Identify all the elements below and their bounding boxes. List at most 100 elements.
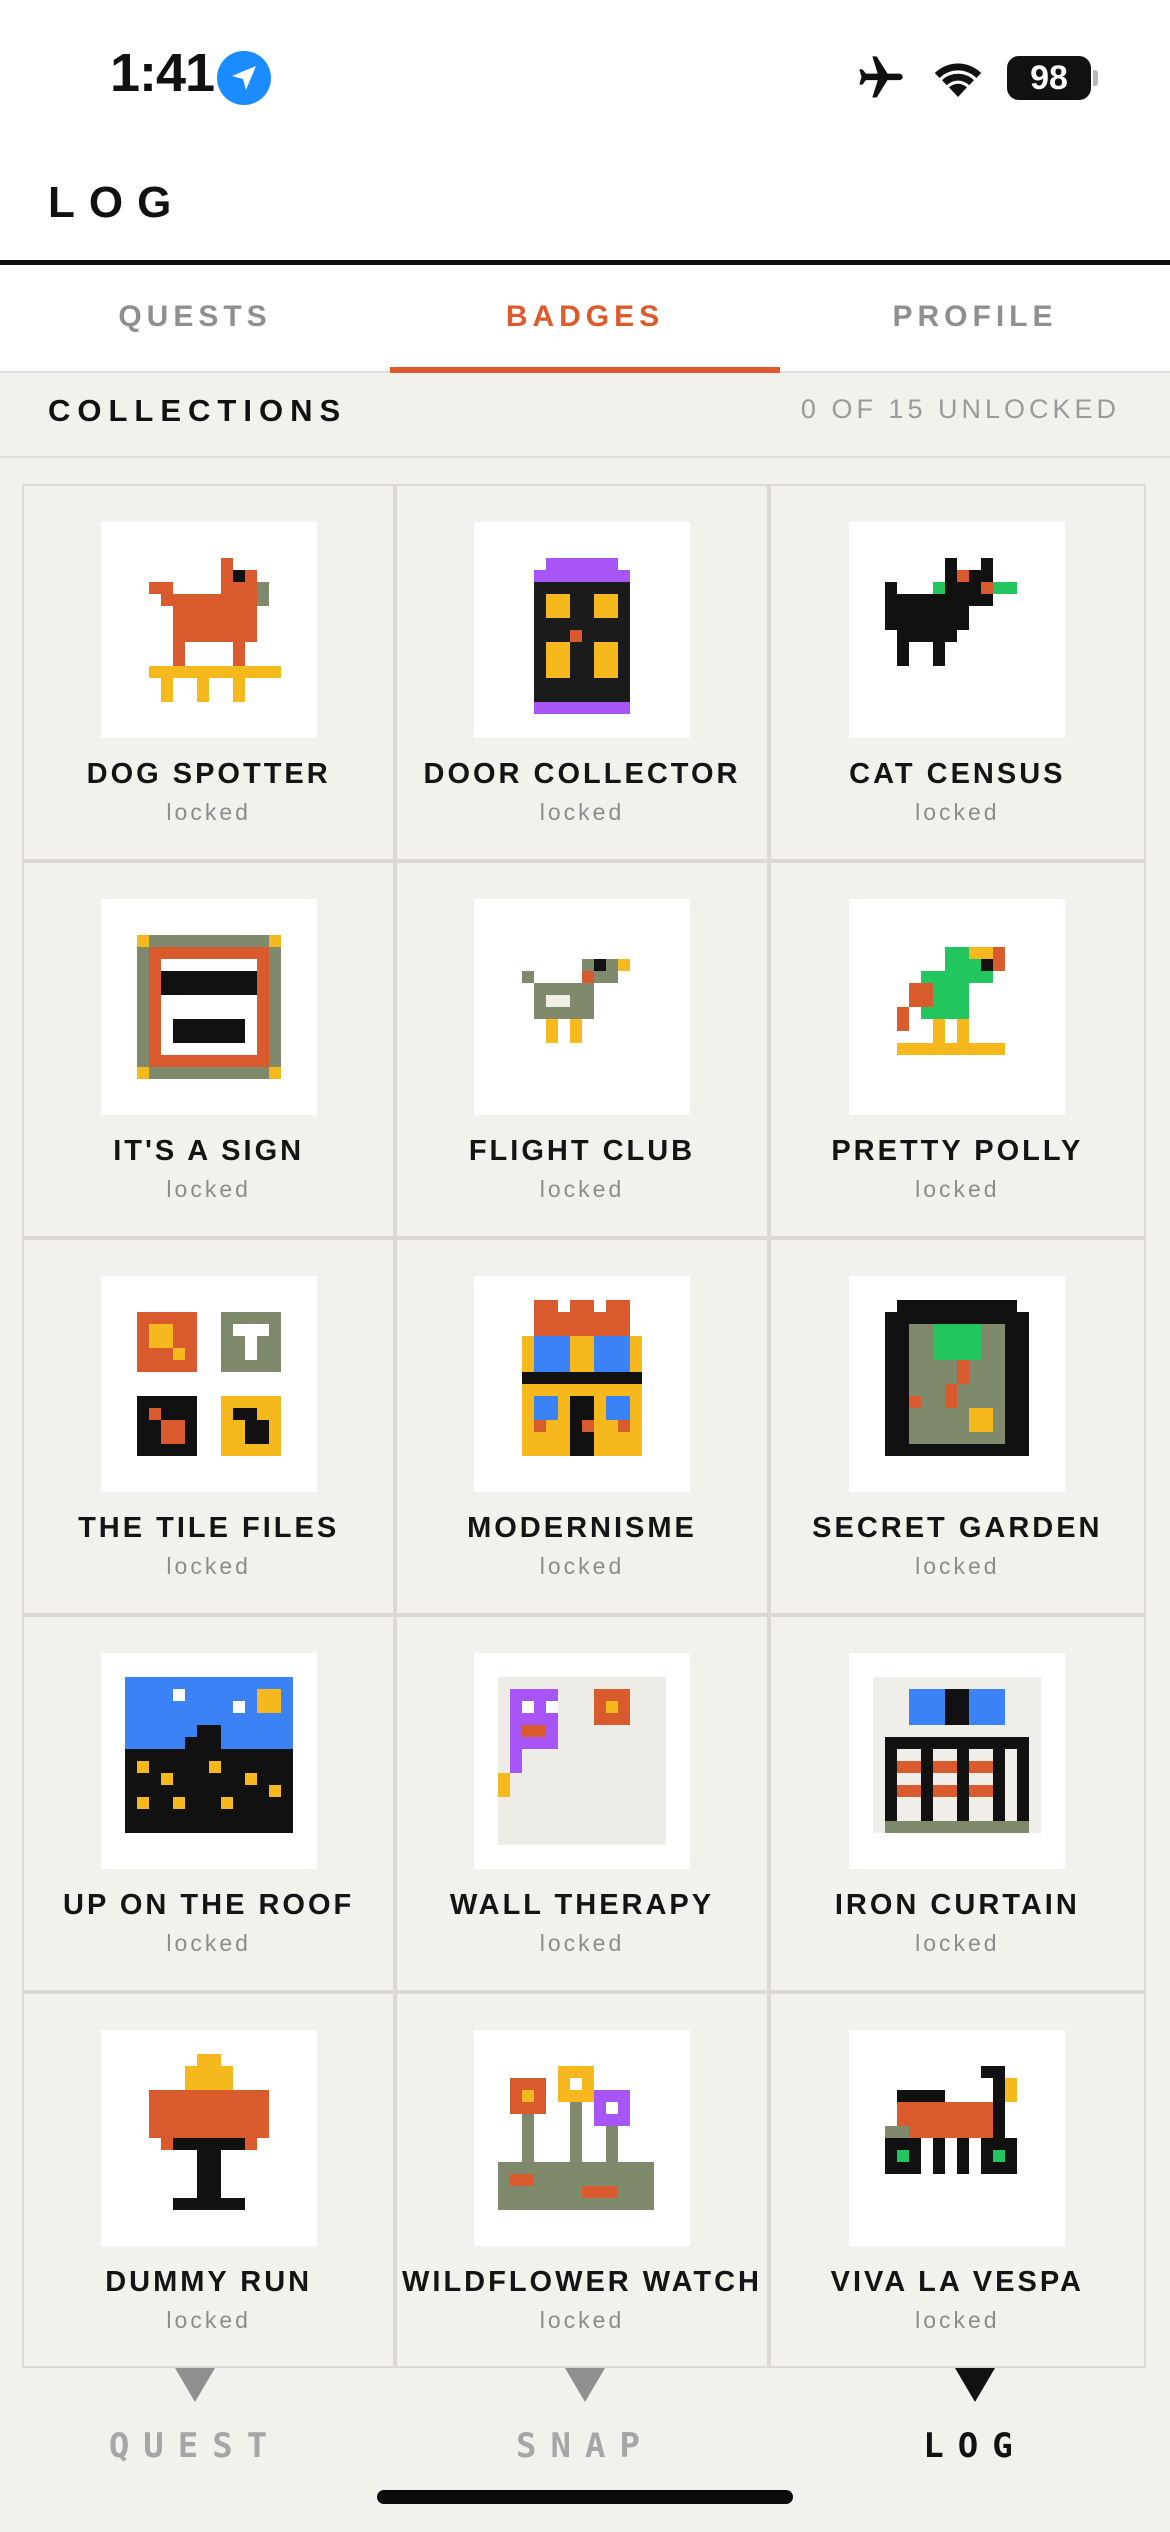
nav-quest-label: QUEST [108, 2426, 282, 2466]
battery-nub [1093, 70, 1098, 86]
badge-card[interactable]: IT'S A SIGN locked [24, 863, 398, 1240]
badge-name: UP ON THE ROOF [63, 1889, 355, 1921]
unlocked-count: 0 OF 15 UNLOCKED [800, 394, 1120, 424]
badge-status: locked [915, 1176, 1000, 1202]
badge-name: CAT CENSUS [849, 758, 1066, 790]
badge-status: locked [539, 1930, 625, 1956]
mannequin-icon [148, 2054, 269, 2210]
iron-balcony-icon [873, 1677, 1042, 1833]
badge-status: locked [539, 799, 625, 825]
badge-name: IRON CURTAIN [834, 1889, 1080, 1921]
tab-badges[interactable]: BADGES [390, 265, 780, 373]
badge-name: IT'S A SIGN [113, 1135, 305, 1167]
badge-tile [849, 522, 1066, 738]
cat-icon [885, 558, 1018, 666]
status-bar: 1:41 98 [0, 0, 1170, 150]
badge-card[interactable]: PRETTY POLLY locked [770, 863, 1144, 1240]
nav-snap[interactable]: SNAP [390, 2368, 780, 2532]
badge-name: FLIGHT CLUB [468, 1135, 696, 1167]
parrot-icon [897, 947, 1006, 1055]
bird-icon [521, 959, 630, 1043]
badge-tile [100, 899, 317, 1115]
badge-tile [849, 2030, 1066, 2246]
tab-quests[interactable]: QUESTS [0, 265, 390, 371]
badge-status: locked [915, 1553, 1000, 1579]
garden-icon [885, 1300, 1030, 1456]
bottom-nav: QUEST SNAP LOG [0, 2368, 1170, 2532]
sign-icon [136, 935, 281, 1079]
badge-card[interactable]: VIVA LA VESPA locked [771, 1994, 1144, 2366]
collections-title: COLLECTIONS [48, 393, 348, 428]
badge-card[interactable]: DUMMY RUN locked [24, 1994, 398, 2366]
home-indicator[interactable] [377, 2490, 793, 2504]
badge-tile [100, 1653, 317, 1869]
triangle-down-icon [175, 2368, 215, 2402]
badge-card[interactable]: DOOR COLLECTOR locked [397, 486, 771, 863]
airplane-mode-icon [859, 56, 903, 98]
badge-tile [473, 2030, 690, 2246]
badge-name: PRETTY POLLY [831, 1135, 1084, 1167]
nav-log[interactable]: LOG [780, 2368, 1170, 2532]
badge-card[interactable]: WILDFLOWER WATCH locked [397, 1994, 771, 2366]
triangle-down-icon [955, 2368, 995, 2402]
badge-card[interactable]: CAT CENSUS locked [770, 486, 1144, 863]
status-time: 1:41 [110, 43, 215, 103]
modernist-building-icon [521, 1300, 642, 1456]
badge-name: WILDFLOWER WATCH [402, 2266, 762, 2298]
badge-card[interactable]: THE TILE FILES locked [24, 1240, 398, 1617]
badge-tile [849, 1276, 1066, 1492]
badge-tile [849, 1653, 1066, 1869]
badge-card[interactable]: MODERNISME locked [397, 1240, 771, 1617]
badge-status: locked [539, 1176, 625, 1202]
badge-tile [100, 2030, 317, 2246]
badge-status: locked [166, 1176, 251, 1202]
badge-card[interactable]: SECRET GARDEN locked [770, 1240, 1144, 1617]
badge-name: DOOR COLLECTOR [423, 758, 741, 790]
badge-status: locked [915, 799, 1000, 825]
nav-log-label: LOG [923, 2426, 1027, 2466]
badge-name: VIVA LA VESPA [830, 2266, 1084, 2298]
badge-tile [473, 1653, 690, 1869]
tab-bar: QUESTS BADGES PROFILE [0, 265, 1170, 373]
badge-tile [849, 899, 1066, 1115]
badge-tile [473, 1276, 690, 1492]
badge-status: locked [915, 2307, 1000, 2333]
rooftop-skyline-icon [124, 1677, 293, 1833]
street-art-icon [497, 1677, 666, 1845]
door-icon [533, 558, 630, 714]
badge-tile [100, 1276, 317, 1492]
location-arrow-icon [217, 51, 271, 105]
badge-card[interactable]: UP ON THE ROOF locked [24, 1617, 398, 1994]
badge-status: locked [166, 1930, 251, 1956]
badge-card[interactable]: FLIGHT CLUB locked [397, 863, 771, 1240]
scooter-icon [885, 2066, 1018, 2174]
badge-name: DOG SPOTTER [86, 758, 331, 790]
badge-status: locked [166, 2307, 251, 2333]
wildflower-icon [497, 2066, 654, 2210]
triangle-down-icon [565, 2368, 605, 2402]
badge-card[interactable]: WALL THERAPY locked [397, 1617, 771, 1994]
badge-tile [473, 522, 690, 738]
tiles-icon [136, 1312, 281, 1456]
app-header: LOG [0, 150, 1170, 265]
badge-card[interactable]: DOG SPOTTER locked [24, 486, 398, 863]
badge-status: locked [539, 2307, 625, 2333]
badge-name: SECRET GARDEN [812, 1512, 1103, 1544]
dog-icon [148, 558, 281, 702]
battery-indicator: 98 [1007, 56, 1091, 100]
badge-name: DUMMY RUN [105, 2266, 313, 2298]
nav-quest[interactable]: QUEST [0, 2368, 390, 2532]
badge-name: WALL THERAPY [449, 1889, 715, 1921]
badge-name: MODERNISME [467, 1512, 697, 1544]
badge-tile [473, 899, 690, 1115]
nav-snap-label: SNAP [516, 2426, 654, 2466]
badge-name: THE TILE FILES [78, 1512, 340, 1544]
badge-status: locked [166, 1553, 251, 1579]
badge-grid: DOG SPOTTER locked DOOR COLLECTOR locked [22, 484, 1146, 2368]
badge-status: locked [539, 1553, 625, 1579]
page-title: LOG [48, 178, 186, 227]
badge-card[interactable]: IRON CURTAIN locked [770, 1617, 1144, 1994]
collections-header: COLLECTIONS 0 OF 15 UNLOCKED [0, 373, 1170, 458]
badge-tile [100, 522, 317, 738]
tab-profile[interactable]: PROFILE [780, 265, 1170, 371]
